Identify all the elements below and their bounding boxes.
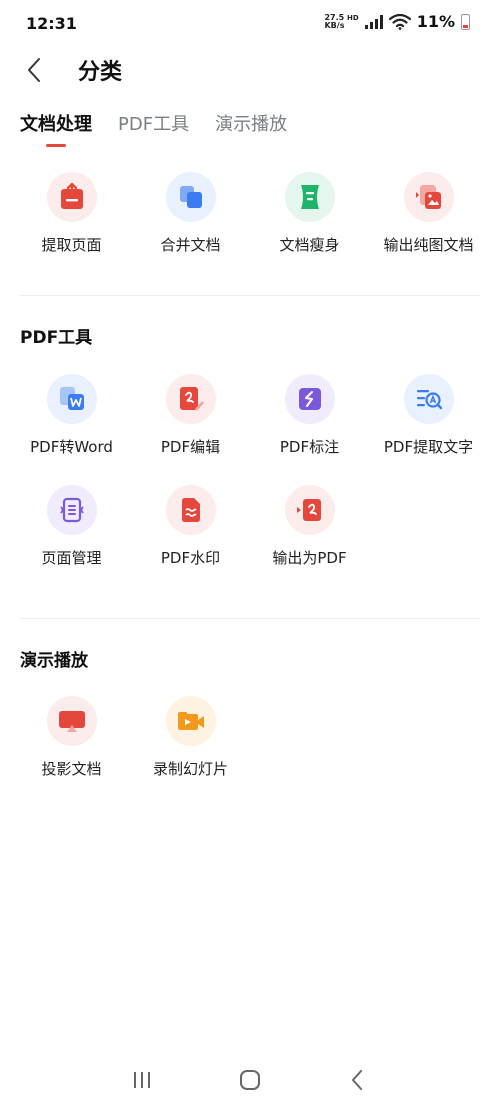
- tool-page-manage[interactable]: 页面管理: [12, 485, 131, 568]
- tool-slim-doc[interactable]: 文档瘦身: [250, 172, 369, 255]
- status-indicators: 27.5 HD KB/s 11%: [324, 12, 470, 31]
- tool-label: PDF提取文字: [383, 438, 474, 456]
- chevron-left-icon: [28, 58, 40, 82]
- present-tools-grid: 投影文档 录制幻灯片: [12, 696, 488, 779]
- net-type: HD: [347, 13, 359, 22]
- category-tabs: 文档处理 PDF工具 演示播放: [20, 110, 287, 148]
- tab-pdf-tools[interactable]: PDF工具: [118, 110, 189, 148]
- status-bar: 12:31 27.5 HD KB/s 11%: [0, 0, 500, 50]
- doc-tools-grid: 提取页面 合并文档 文档瘦身 输出纯图文档: [12, 172, 488, 255]
- tool-label: PDF标注: [279, 438, 340, 456]
- extract-page-icon: [46, 172, 97, 222]
- tool-pdf-extract-text[interactable]: PDF提取文字: [369, 374, 488, 457]
- tool-label: 录制幻灯片: [152, 760, 228, 778]
- signal-icon: [364, 14, 383, 29]
- home-icon: [240, 1070, 260, 1090]
- export-image-doc-icon: [403, 172, 454, 222]
- recent-apps-button[interactable]: [122, 1066, 162, 1094]
- header: 分类: [0, 48, 500, 92]
- tool-label: 页面管理: [41, 549, 102, 567]
- tool-label: 合并文档: [160, 236, 221, 254]
- slim-doc-icon: [284, 172, 335, 222]
- page-manage-icon: [46, 485, 97, 535]
- tool-label: 提取页面: [41, 236, 102, 254]
- pdf-extract-text-icon: [403, 374, 454, 424]
- tool-project-doc[interactable]: 投影文档: [12, 696, 131, 779]
- export-pdf-icon: [284, 485, 335, 535]
- back-button[interactable]: [18, 54, 50, 86]
- pdf-edit-icon: [165, 374, 216, 424]
- tool-label: 投影文档: [41, 760, 102, 778]
- page-title: 分类: [78, 60, 123, 85]
- tool-pdf-to-word[interactable]: PDF转Word: [12, 374, 131, 457]
- pdf-to-word-icon: [46, 374, 97, 424]
- section-title-present: 演示播放: [20, 651, 88, 671]
- tool-label: PDF编辑: [160, 438, 221, 456]
- tool-label: PDF水印: [160, 549, 221, 567]
- nav-back-icon: [352, 1070, 362, 1090]
- project-doc-icon: [46, 696, 97, 746]
- system-nav-bar: [0, 1060, 500, 1100]
- home-button[interactable]: [230, 1066, 270, 1094]
- nav-back-button[interactable]: [337, 1066, 377, 1094]
- tool-pdf-watermark[interactable]: PDF水印: [131, 485, 250, 568]
- pdf-tools-grid: PDF转Word PDF编辑 PDF标注 PDF提取文字 页面管理 PDF水印: [12, 374, 488, 568]
- section-divider: [20, 618, 480, 619]
- section-title-pdf: PDF工具: [20, 328, 93, 348]
- tool-pdf-annotate[interactable]: PDF标注: [250, 374, 369, 457]
- tab-presentation[interactable]: 演示播放: [215, 110, 287, 148]
- battery-percent: 11%: [416, 12, 455, 31]
- wifi-icon: [388, 13, 411, 30]
- section-divider: [20, 295, 480, 296]
- tool-export-pdf[interactable]: 输出为PDF: [250, 485, 369, 568]
- tool-merge-docs[interactable]: 合并文档: [131, 172, 250, 255]
- pdf-watermark-icon: [165, 485, 216, 535]
- merge-docs-icon: [165, 172, 216, 222]
- battery-icon: [461, 13, 470, 30]
- tool-export-image-doc[interactable]: 输出纯图文档: [369, 172, 488, 255]
- status-time: 12:31: [26, 14, 77, 33]
- recent-apps-icon: [134, 1072, 150, 1088]
- network-speed: 27.5 HD KB/s: [324, 13, 359, 30]
- record-slides-icon: [165, 696, 216, 746]
- tool-label: 输出为PDF: [272, 549, 347, 567]
- tool-extract-page[interactable]: 提取页面: [12, 172, 131, 255]
- tool-label: 输出纯图文档: [383, 236, 474, 254]
- tab-doc-processing[interactable]: 文档处理: [20, 110, 92, 148]
- tool-label: PDF转Word: [30, 438, 113, 456]
- tool-pdf-edit[interactable]: PDF编辑: [131, 374, 250, 457]
- tool-record-slides[interactable]: 录制幻灯片: [131, 696, 250, 779]
- net-speed-unit: KB/s: [324, 20, 345, 30]
- pdf-annotate-icon: [284, 374, 335, 424]
- tool-label: 文档瘦身: [279, 236, 340, 254]
